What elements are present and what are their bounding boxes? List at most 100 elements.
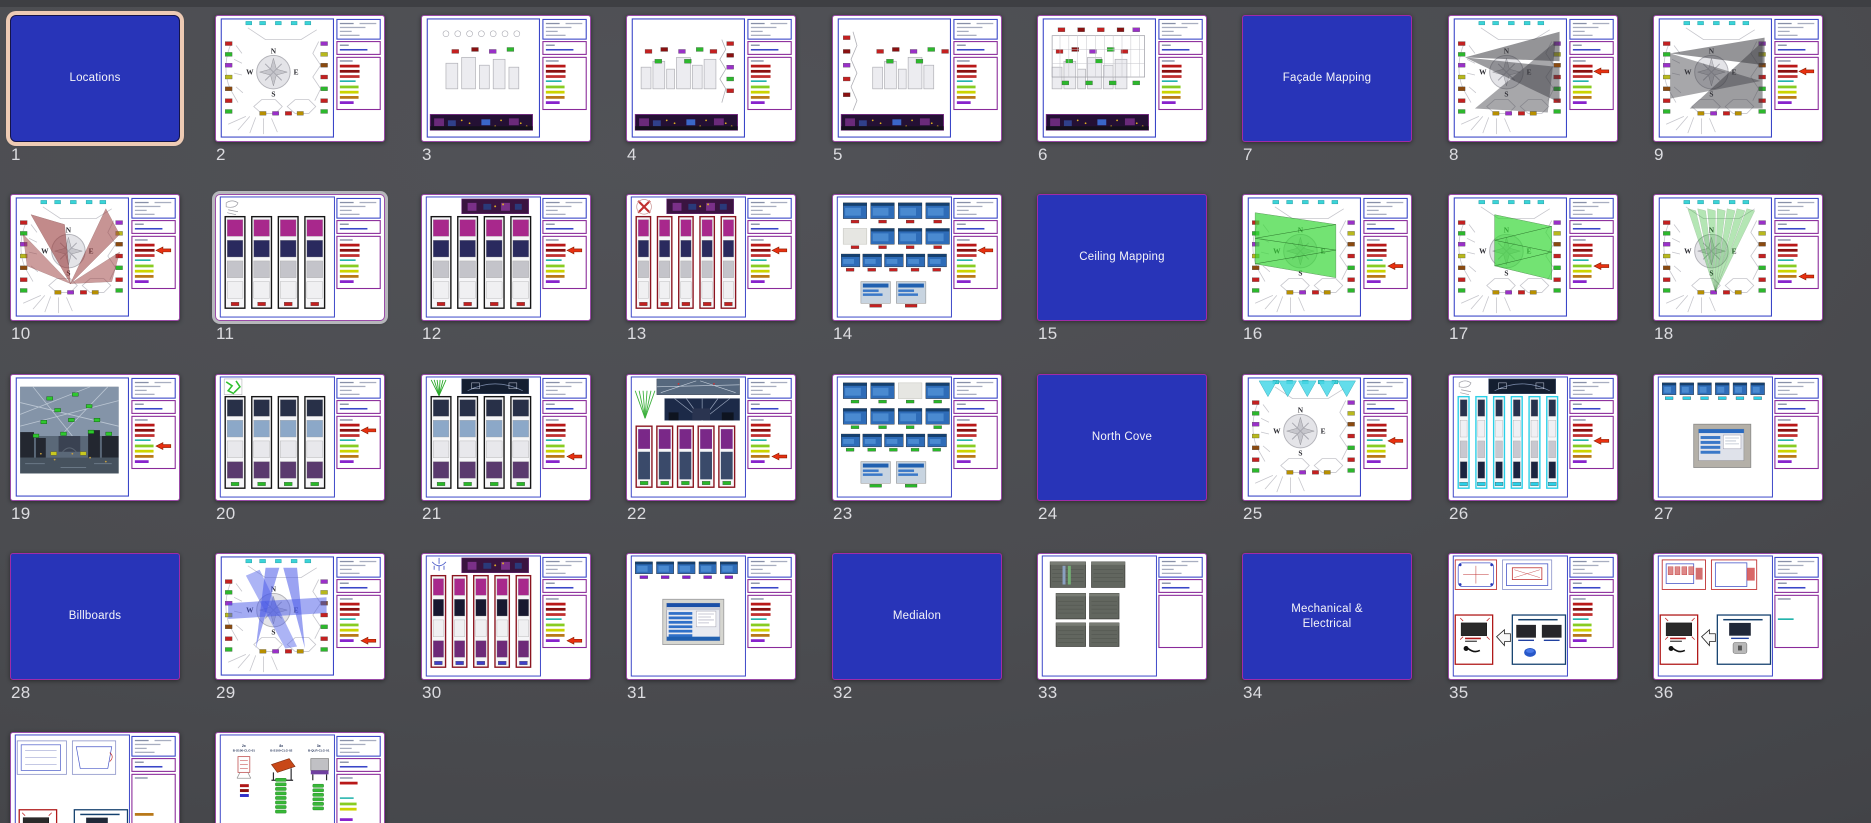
slide-thumbnail-selected[interactable]: Locations <box>10 15 180 142</box>
slide-number: 31 <box>627 683 647 702</box>
slide-title-label: Medialon <box>892 610 942 623</box>
slide-content-sketch: NE SW <box>1453 197 1614 317</box>
slide-thumbnail[interactable]: Ceiling Mapping <box>1037 194 1207 321</box>
slide-thumbnail[interactable] <box>1037 15 1207 142</box>
slide-number: 15 <box>1038 324 1058 343</box>
slide-content-sketch <box>219 376 381 498</box>
slide-content-sketch: N E S W <box>220 18 381 138</box>
slide-number: 30 <box>422 683 442 702</box>
slide-content-sketch <box>1657 376 1819 498</box>
slide-thumbnail[interactable]: Billboards <box>10 553 180 680</box>
slide-content-sketch <box>15 377 176 497</box>
slide-title-label: North Cove <box>1091 431 1153 444</box>
slide-sorter-board: Locations1 NE SW23456Façade Mapping7 NE … <box>0 0 1871 823</box>
slide-content-sketch <box>426 18 587 138</box>
slide-thumbnail[interactable] <box>626 374 796 501</box>
svg-text:8x: 8x <box>279 744 283 748</box>
slide-thumbnail[interactable] <box>832 374 1002 501</box>
slide-number: 1 <box>11 145 21 164</box>
svg-text:B-S100-CLG-01: B-S100-CLG-01 <box>233 749 255 753</box>
slide-thumbnail[interactable] <box>215 194 385 321</box>
svg-text:E: E <box>294 68 299 77</box>
slide-thumbnail[interactable] <box>1037 553 1207 680</box>
slide-thumbnail[interactable] <box>626 194 796 321</box>
slide-content-sketch <box>425 196 587 318</box>
slide-thumbnail[interactable] <box>421 194 591 321</box>
slide-thumbnail[interactable]: NE SW <box>10 194 180 321</box>
slide-content-sketch <box>630 376 792 498</box>
slide-thumbnail[interactable]: North Cove <box>1037 374 1207 501</box>
slide-thumbnail[interactable]: NE SW <box>1242 374 1412 501</box>
slide-content-sketch: NE SW <box>1658 197 1819 317</box>
slide-thumbnail[interactable] <box>421 15 591 142</box>
slide-number: 32 <box>833 683 853 702</box>
slide-content-sketch <box>631 18 792 138</box>
slide-thumbnail[interactable] <box>421 374 591 501</box>
slide-number: 24 <box>1038 504 1058 523</box>
slide-number: 25 <box>1243 504 1263 523</box>
svg-text:W: W <box>1479 68 1487 77</box>
slide-content-sketch <box>1452 555 1614 677</box>
slide-number: 35 <box>1449 683 1469 702</box>
slide-thumbnail[interactable]: Mechanical & Electrical <box>1242 553 1412 680</box>
slide-content-sketch <box>1042 18 1203 138</box>
slide-number: 12 <box>422 324 442 343</box>
slide-content-sketch: 2xB-S100-CLG-01 8xB-S100-CLG-02 3xB-QLR-CL… <box>219 734 381 823</box>
slide-thumbnail[interactable] <box>626 553 796 680</box>
slide-thumbnail[interactable]: 2x B-S100-CLG-01 8x B-S100-CLG-02 3x B-QLR-CL… <box>215 732 385 823</box>
slide-thumbnail[interactable]: NE SW <box>1448 194 1618 321</box>
slide-number: 3 <box>422 145 432 164</box>
slide-thumbnail[interactable] <box>1448 553 1618 680</box>
slide-thumbnail[interactable] <box>421 553 591 680</box>
slide-thumbnail[interactable] <box>215 374 385 501</box>
svg-text:N: N <box>271 46 277 55</box>
slide-content-sketch: NE SW <box>1453 18 1614 138</box>
slide-thumbnail[interactable] <box>1448 374 1618 501</box>
svg-text:2x: 2x <box>242 744 246 748</box>
svg-text:B-QLR-CLG-01: B-QLR-CLG-01 <box>308 749 330 753</box>
slide-content-sketch <box>836 376 998 498</box>
slide-number: 14 <box>833 324 853 343</box>
slide-number: 36 <box>1654 683 1674 702</box>
slide-thumbnail[interactable] <box>832 15 1002 142</box>
slide-thumbnail[interactable] <box>10 374 180 501</box>
top-edge-band <box>0 0 1871 7</box>
slide-number: 20 <box>216 504 236 523</box>
slide-content-sketch <box>1452 376 1614 498</box>
slide-number: 5 <box>833 145 843 164</box>
svg-text:S: S <box>1504 269 1508 278</box>
slide-number: 16 <box>1243 324 1263 343</box>
slide-thumbnail[interactable] <box>1653 374 1823 501</box>
slide-title-label: Mechanical & Electrical <box>1291 602 1363 630</box>
slide-thumbnail[interactable]: NE SW <box>1653 15 1823 142</box>
slide-content-sketch <box>14 734 176 823</box>
slide-content-sketch: NE SW <box>15 197 176 317</box>
slide-thumbnail[interactable]: NE SW <box>1653 194 1823 321</box>
slide-number: 4 <box>627 145 637 164</box>
svg-text:B-S100-CLG-02: B-S100-CLG-02 <box>270 749 292 753</box>
slide-thumbnail[interactable] <box>832 194 1002 321</box>
slide-number: 29 <box>216 683 236 702</box>
slide-content-sketch <box>836 196 998 318</box>
slide-number: 2 <box>216 145 226 164</box>
slide-content-sketch <box>837 18 998 138</box>
slide-number: 9 <box>1654 145 1664 164</box>
slide-thumbnail[interactable] <box>10 732 180 823</box>
slide-title-label: Façade Mapping <box>1282 72 1372 85</box>
slide-number: 13 <box>627 324 647 343</box>
slide-thumbnail[interactable]: NE SW <box>1242 194 1412 321</box>
slide-thumbnail[interactable]: NE SW <box>215 553 385 680</box>
slide-thumbnail[interactable]: N E S W <box>215 15 385 142</box>
svg-text:S: S <box>271 90 275 99</box>
slide-thumbnail[interactable] <box>626 15 796 142</box>
slide-content-sketch <box>425 376 587 498</box>
slide-thumbnail[interactable]: Medialon <box>832 553 1002 680</box>
svg-text:N: N <box>1298 405 1304 414</box>
slide-thumbnail[interactable]: Façade Mapping <box>1242 15 1412 142</box>
slide-thumbnail[interactable] <box>1653 553 1823 680</box>
svg-text:N: N <box>66 225 72 234</box>
slide-thumbnail[interactable]: NE SW <box>1448 15 1618 142</box>
svg-text:3x: 3x <box>317 744 321 748</box>
svg-text:W: W <box>246 68 254 77</box>
slide-number: 23 <box>833 504 853 523</box>
